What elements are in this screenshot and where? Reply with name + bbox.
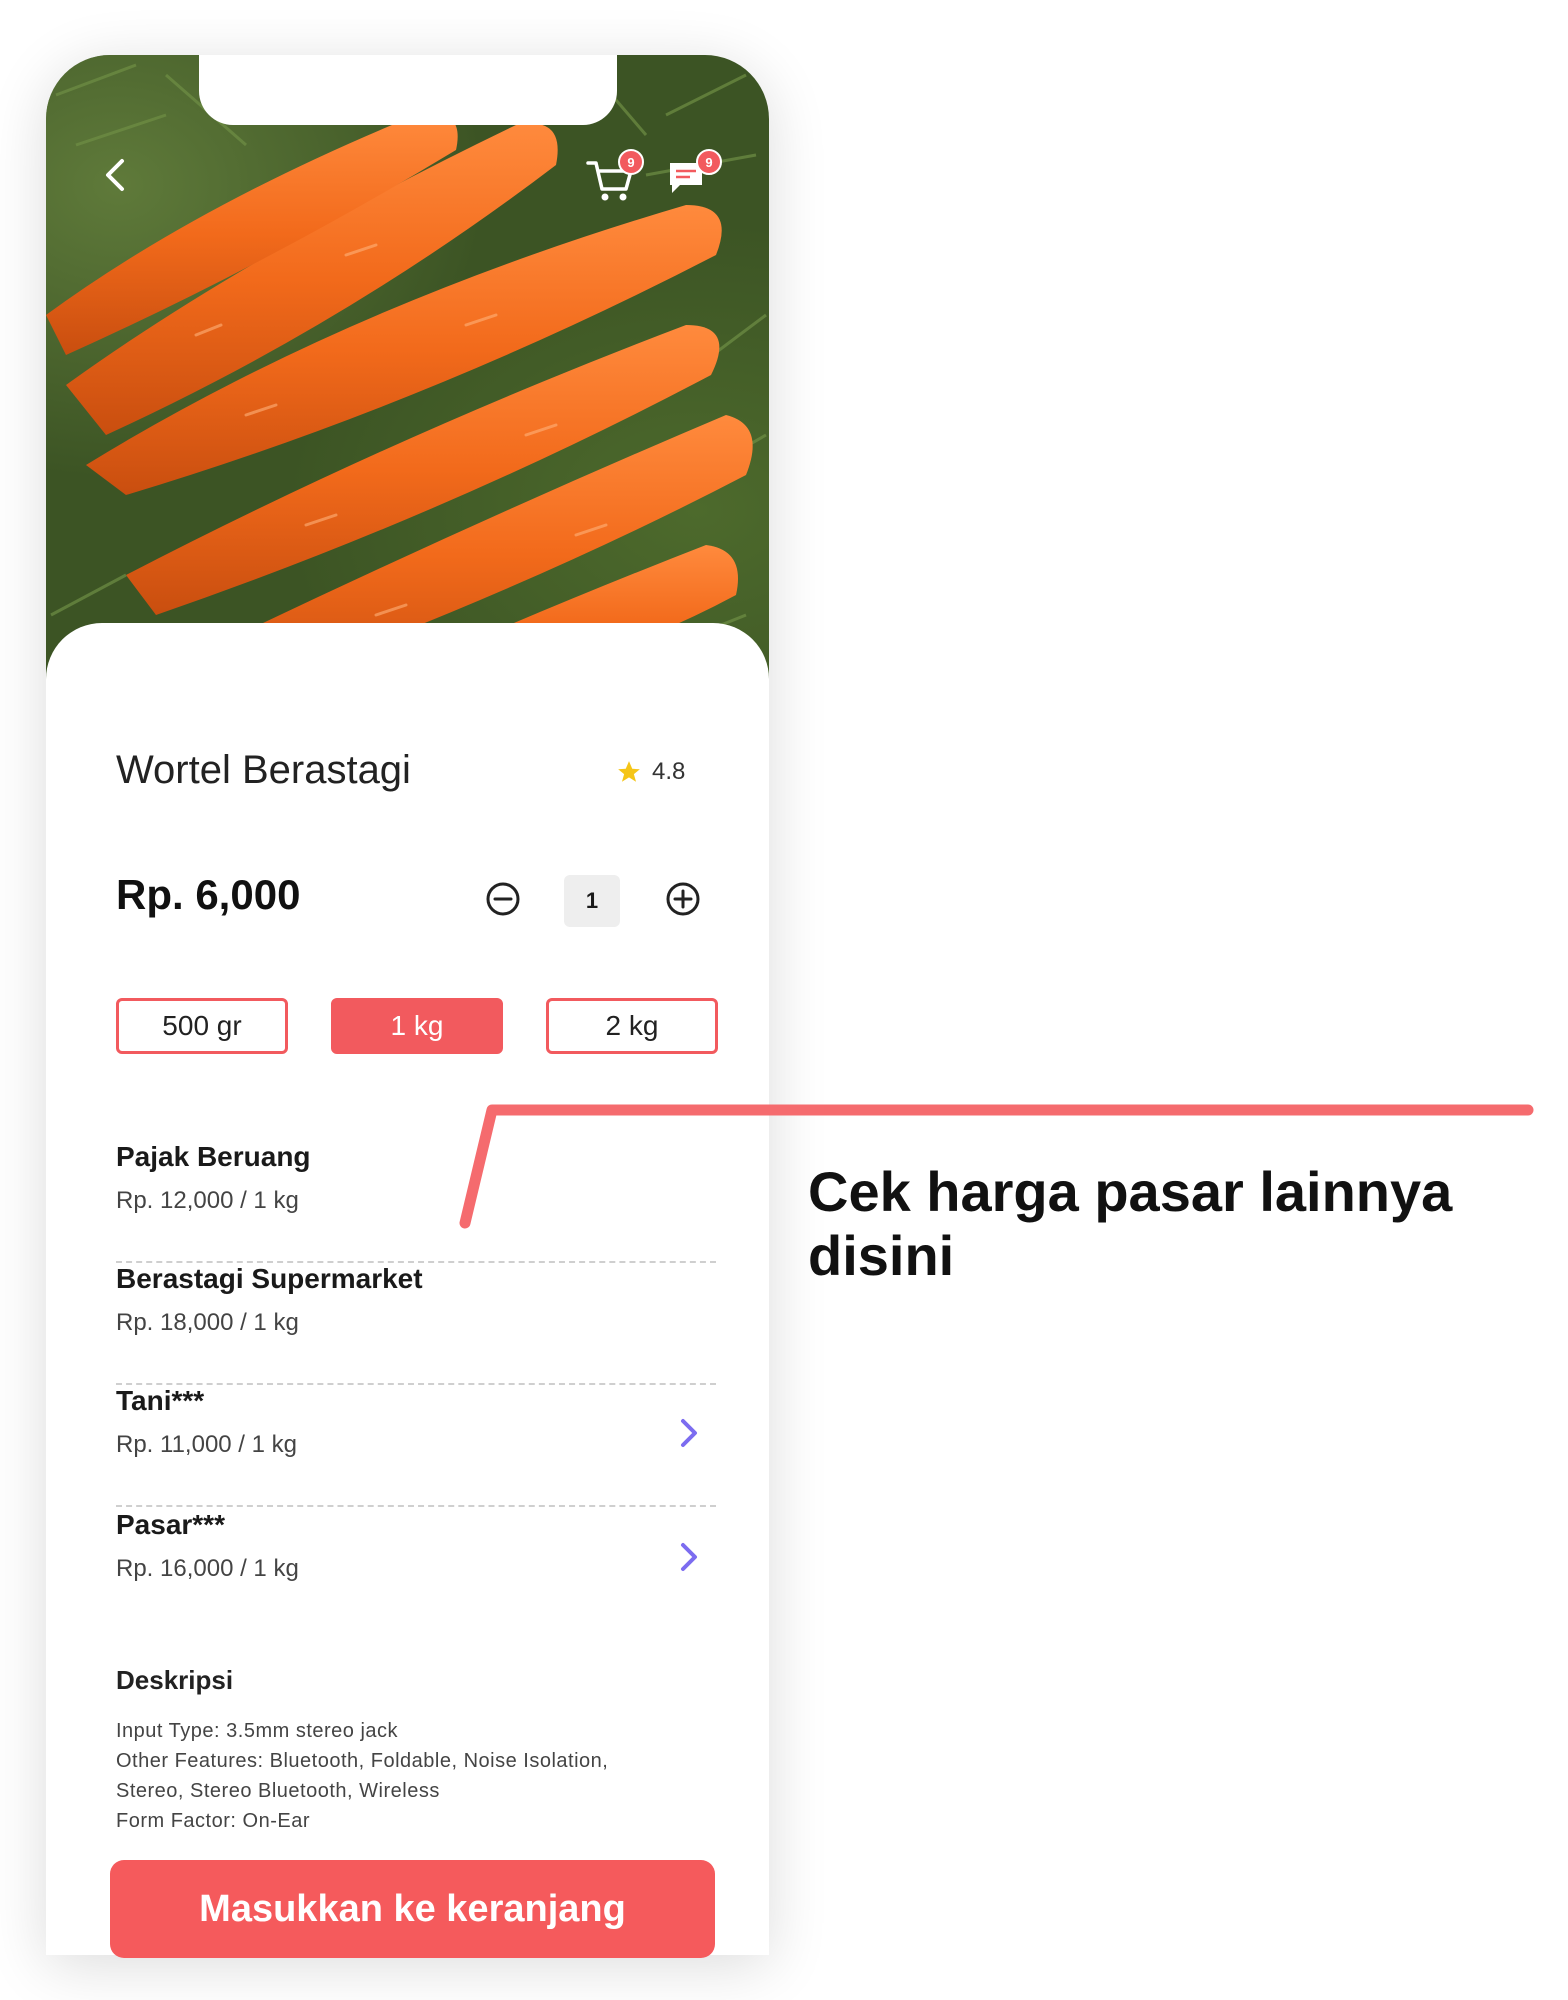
carrots-illustration — [46, 63, 767, 705]
market-item[interactable]: Tani*** Rp. 11,000 / 1 kg — [116, 1385, 726, 1507]
market-price: Rp. 18,000 / 1 kg — [116, 1309, 299, 1336]
rating-value: 4.8 — [652, 758, 686, 785]
chevron-right-icon[interactable] — [674, 1415, 704, 1451]
product-rating: 4.8 — [616, 758, 685, 786]
back-button[interactable] — [96, 155, 146, 205]
market-name: Tani*** — [116, 1385, 205, 1416]
callout-line-1: Cek harga pasar lainnya — [808, 1160, 1453, 1223]
callout-text: Cek harga pasar lainnya disini — [808, 1160, 1548, 1288]
market-name: Pajak Beruang — [116, 1141, 311, 1172]
callout-line-2: disini — [808, 1224, 955, 1287]
star-icon — [618, 761, 640, 782]
plus-circle-icon — [666, 882, 700, 916]
phone-frame: 9 9 Wortel Berastagi 4.8 Rp. 6,000 1 500… — [46, 55, 769, 1955]
weight-option-500gr[interactable]: 500 gr — [116, 998, 288, 1054]
market-item[interactable]: Pajak Beruang Rp. 12,000 / 1 kg — [116, 1141, 726, 1263]
weight-option-2kg[interactable]: 2 kg — [546, 998, 718, 1054]
description-line: Input Type: 3.5mm stereo jack — [116, 1720, 399, 1742]
product-image: 9 9 — [46, 55, 769, 705]
decrease-quantity-button[interactable] — [484, 880, 522, 918]
phone-notch — [199, 55, 617, 125]
market-price: Rp. 12,000 / 1 kg — [116, 1187, 299, 1214]
chat-badge: 9 — [696, 149, 722, 175]
market-price: Rp. 16,000 / 1 kg — [116, 1555, 299, 1582]
description-line: Stereo, Stereo Bluetooth, Wireless — [116, 1780, 440, 1802]
market-name: Berastagi Supermarket — [116, 1263, 423, 1294]
chevron-right-icon[interactable] — [674, 1539, 704, 1575]
cart-badge: 9 — [618, 149, 644, 175]
chat-button[interactable]: 9 — [664, 149, 724, 215]
chevron-left-icon — [106, 159, 124, 191]
description-title: Deskripsi — [116, 1665, 234, 1695]
quantity-value[interactable]: 1 — [564, 875, 620, 927]
cart-button[interactable]: 9 — [584, 149, 644, 215]
product-price: Rp. 6,000 — [116, 871, 301, 918]
market-item[interactable]: Pasar*** Rp. 16,000 / 1 kg — [116, 1509, 726, 1619]
description-line: Form Factor: On-Ear — [116, 1810, 310, 1832]
description-line: Other Features: Bluetooth, Foldable, Noi… — [116, 1750, 609, 1772]
market-price: Rp. 11,000 / 1 kg — [116, 1431, 298, 1458]
weight-option-1kg[interactable]: 1 kg — [331, 998, 503, 1054]
add-to-cart-button[interactable]: Masukkan ke keranjang — [110, 1860, 715, 1958]
minus-circle-icon — [486, 882, 520, 916]
product-name: Wortel Berastagi — [116, 748, 411, 792]
market-item[interactable]: Berastagi Supermarket Rp. 18,000 / 1 kg — [116, 1263, 726, 1385]
product-detail-card: Wortel Berastagi 4.8 Rp. 6,000 1 500 gr … — [46, 623, 769, 1955]
market-name: Pasar*** — [116, 1509, 225, 1540]
increase-quantity-button[interactable] — [664, 880, 702, 918]
divider — [116, 1505, 716, 1507]
